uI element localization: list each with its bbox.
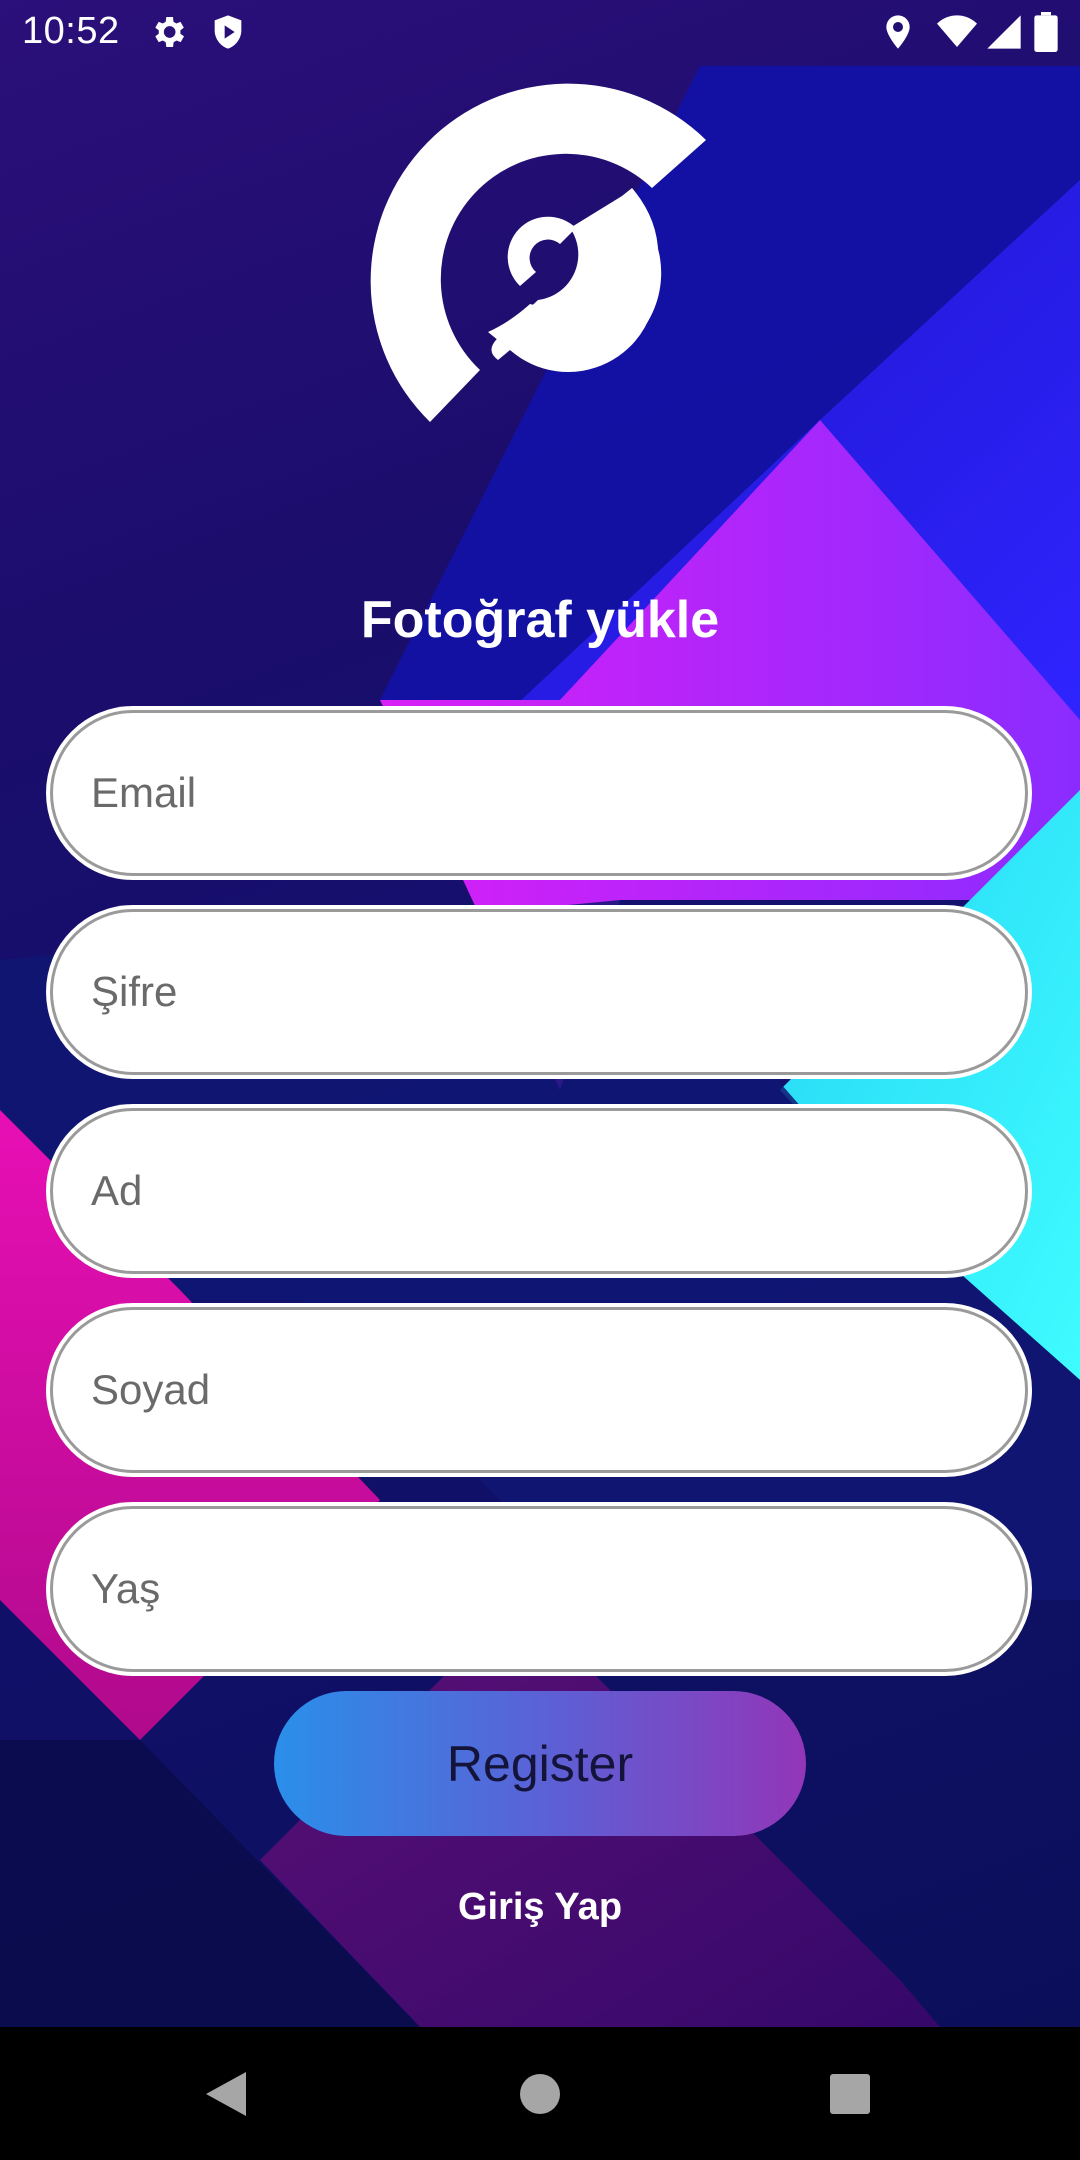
email-field[interactable] (50, 710, 1028, 876)
register-button[interactable]: Register (274, 1691, 806, 1836)
login-link[interactable]: Giriş Yap (0, 1886, 1080, 1929)
first-name-input[interactable] (53, 1110, 1025, 1272)
back-icon[interactable] (166, 2027, 286, 2160)
shield-play-icon (208, 12, 248, 52)
home-icon[interactable] (480, 2027, 600, 2160)
password-input[interactable] (53, 911, 1025, 1073)
signal-icon (984, 12, 1024, 52)
gear-icon (148, 12, 188, 52)
last-name-input[interactable] (53, 1309, 1025, 1471)
age-field[interactable] (50, 1506, 1028, 1672)
battery-icon (1034, 12, 1062, 53)
email-input[interactable] (53, 712, 1025, 874)
status-bar: 10:52 (0, 0, 1080, 66)
page-title: Fotoğraf yükle (360, 591, 720, 649)
location-icon (878, 12, 918, 52)
status-time: 10:52 (22, 10, 120, 52)
register-screen: 10:52 Fotoğraf yükle Email Ad Soyad Yaş … (0, 0, 1080, 2160)
app-logo (360, 78, 720, 438)
first-name-field[interactable] (50, 1108, 1028, 1274)
wifi-icon (934, 12, 980, 52)
navigation-bar (0, 2027, 1080, 2160)
recents-icon[interactable] (790, 2027, 910, 2160)
password-field[interactable] (50, 909, 1028, 1075)
age-input[interactable] (53, 1508, 1025, 1670)
last-name-field[interactable] (50, 1307, 1028, 1473)
